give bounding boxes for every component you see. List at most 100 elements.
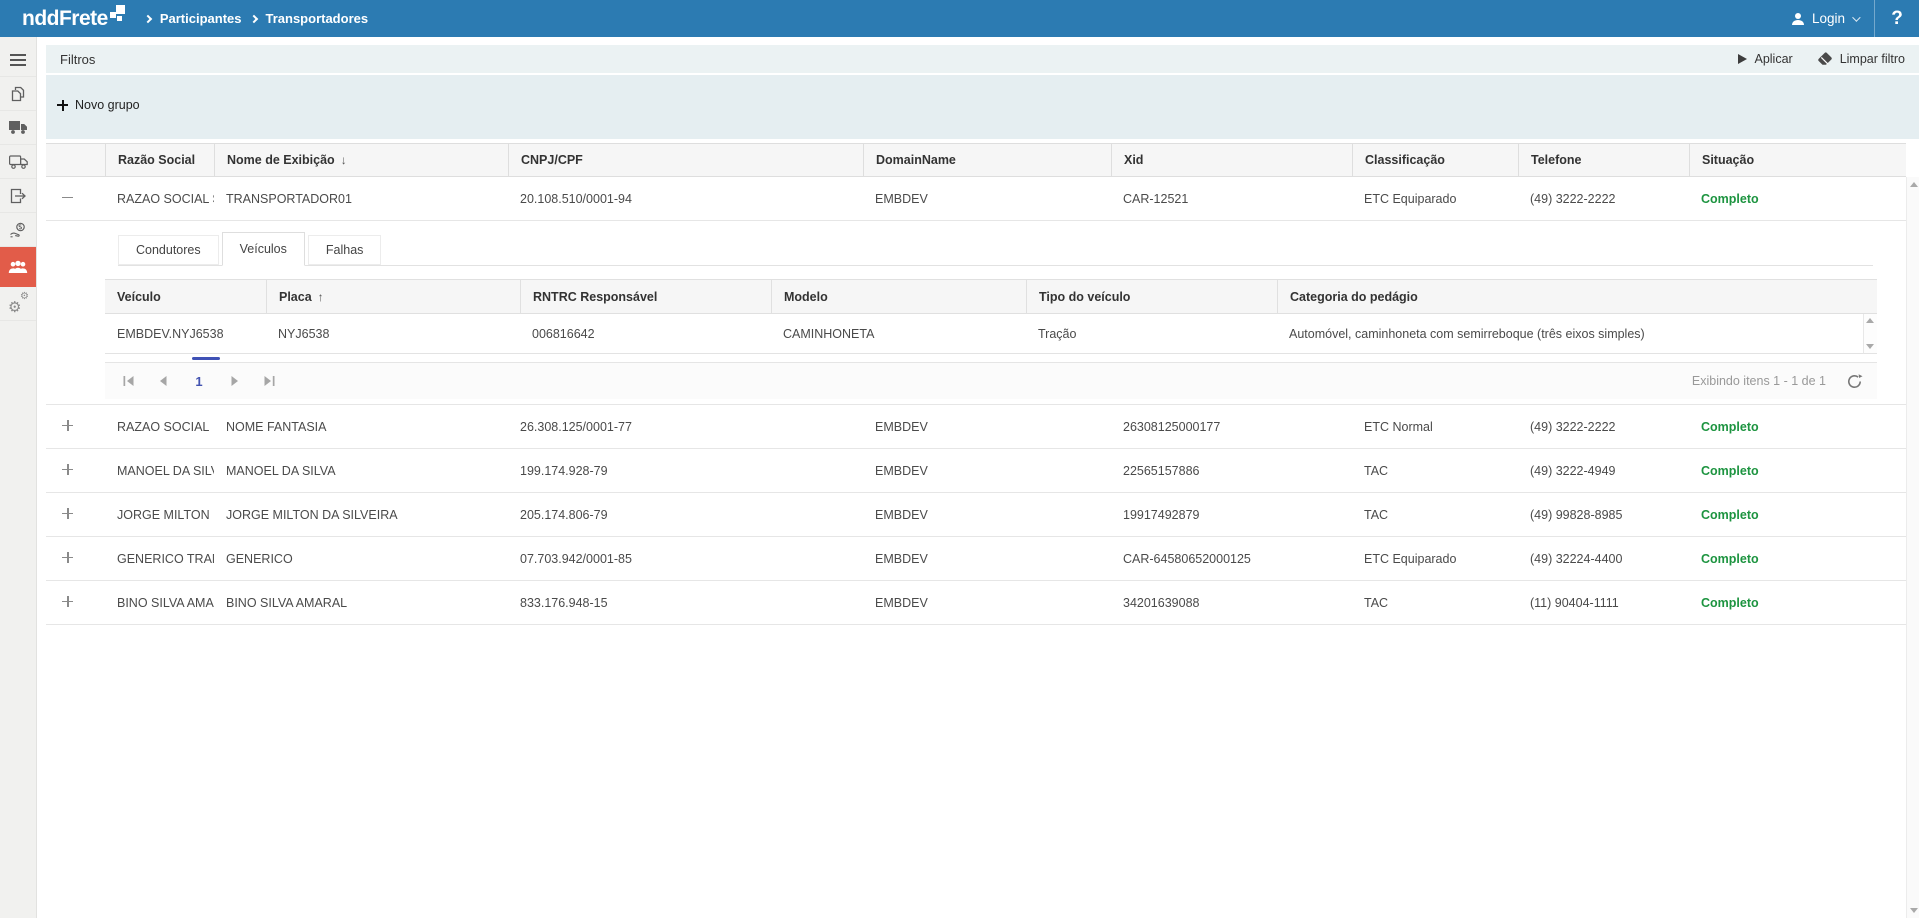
cell-domainname: EMBDEV [863, 596, 1111, 610]
previous-page-button[interactable] [153, 371, 173, 391]
scroll-down-icon[interactable] [1866, 344, 1874, 349]
subgrid-horizontal-scrollbar-thumb[interactable] [192, 357, 220, 360]
table-row[interactable]: RAZAO SOCIAL S... TRANSPORTADOR01 20.108… [46, 177, 1906, 221]
header-telefone[interactable]: Telefone [1518, 144, 1689, 176]
refresh-icon [1846, 373, 1863, 390]
subgrid-row[interactable]: EMBDEV.NYJ6538 NYJ6538 006816642 CAMINHO… [105, 314, 1863, 354]
group-icon [8, 260, 28, 275]
cell-classificacao: ETC Normal [1352, 420, 1518, 434]
breadcrumb-participantes[interactable]: Participantes [160, 11, 242, 26]
apply-filter-button[interactable]: Aplicar [1738, 52, 1792, 66]
cell-cnpj-cpf: 199.174.928-79 [508, 464, 863, 478]
sidebar-item-participants[interactable] [0, 247, 36, 287]
cell-xid: CAR-12521 [1111, 192, 1352, 206]
page-number[interactable]: 1 [187, 374, 211, 389]
header-classificacao[interactable]: Classificação [1352, 144, 1518, 176]
main-scrollbar[interactable] [1906, 177, 1919, 918]
cell-domainname: EMBDEV [863, 420, 1111, 434]
subheader-veiculo[interactable]: Veículo [105, 280, 266, 313]
breadcrumb-transportadores[interactable]: Transportadores [266, 11, 369, 26]
cell-cnpj-cpf: 07.703.942/0001-85 [508, 552, 863, 566]
truck-outline-icon [9, 155, 28, 169]
sidebar-item-documents[interactable] [0, 77, 36, 111]
cell-cnpj-cpf: 205.174.806-79 [508, 508, 863, 522]
table-row[interactable]: MANOEL DA SILVA MANOEL DA SILVA 199.174.… [46, 449, 1906, 493]
new-group-label: Novo grupo [75, 98, 140, 112]
subgrid-scrollbar[interactable] [1863, 314, 1877, 354]
next-page-button[interactable] [225, 371, 245, 391]
tab-falhas[interactable]: Falhas [308, 235, 382, 265]
last-page-button[interactable] [259, 371, 279, 391]
expand-row-icon[interactable] [62, 596, 73, 607]
sidebar-item-truck[interactable] [0, 111, 36, 145]
last-page-icon [262, 375, 276, 387]
header-cnpj-cpf[interactable]: CNPJ/CPF [508, 144, 863, 176]
export-icon [10, 188, 26, 204]
expand-row-icon[interactable] [62, 464, 73, 475]
cell-xid: CAR-64580652000125 [1111, 552, 1352, 566]
expand-row-icon[interactable] [62, 508, 73, 519]
cell-nome-exibicao: BINO SILVA AMARAL [214, 596, 508, 610]
cell-razao-social: GENERICO TRAN... [105, 552, 214, 566]
cell-domainname: EMBDEV [863, 464, 1111, 478]
plus-icon [57, 100, 68, 111]
tab-condutores[interactable]: Condutores [118, 235, 219, 265]
table-row[interactable]: JORGE MILTON ... JORGE MILTON DA SILVEIR… [46, 493, 1906, 537]
scroll-down-icon[interactable] [1910, 908, 1918, 913]
header-situacao[interactable]: Situação [1689, 144, 1906, 176]
subcell-placa: NYJ6538 [266, 327, 520, 341]
eraser-icon [1817, 52, 1833, 66]
sidebar-item-settings[interactable] [0, 287, 36, 321]
row-detail-panel: Condutores Veículos Falhas Veículo Placa… [46, 221, 1906, 405]
table-row[interactable]: BINO SILVA AMA... BINO SILVA AMARAL 833.… [46, 581, 1906, 625]
cell-classificacao: TAC [1352, 596, 1518, 610]
cell-cnpj-cpf: 833.176.948-15 [508, 596, 863, 610]
clear-filter-button[interactable]: Limpar filtro [1817, 52, 1905, 66]
status-badge: Completo [1689, 596, 1906, 610]
first-page-button[interactable] [119, 371, 139, 391]
scroll-up-icon[interactable] [1910, 182, 1918, 187]
sidebar-item-menu[interactable] [0, 43, 36, 77]
header-nome-exibicao[interactable]: Nome de Exibição [214, 144, 508, 176]
table-row[interactable]: RAZAO SOCIAL NOME FANTASIA 26.308.125/00… [46, 405, 1906, 449]
subheader-modelo[interactable]: Modelo [771, 280, 1026, 313]
scroll-up-icon[interactable] [1866, 318, 1874, 323]
chevron-down-icon [1852, 13, 1860, 21]
refresh-button[interactable] [1846, 373, 1863, 390]
tab-veiculos[interactable]: Veículos [222, 232, 305, 266]
collapse-row-icon[interactable] [62, 192, 73, 203]
expand-row-icon[interactable] [62, 552, 73, 563]
cell-classificacao: TAC [1352, 508, 1518, 522]
sidebar-item-truck-outline[interactable] [0, 145, 36, 179]
new-group-button[interactable]: Novo grupo [57, 98, 140, 112]
breadcrumb: Participantes Transportadores [145, 11, 368, 26]
header-domainname[interactable]: DomainName [863, 144, 1111, 176]
cell-xid: 22565157886 [1111, 464, 1352, 478]
header-expand [46, 144, 105, 176]
header-xid[interactable]: Xid [1111, 144, 1352, 176]
subheader-categoria-pedagio[interactable]: Categoria do pedágio [1277, 280, 1877, 313]
login-menu[interactable]: Login [1775, 0, 1874, 37]
subheader-rntrc[interactable]: RNTRC Responsável [520, 280, 771, 313]
sidebar-item-export[interactable] [0, 179, 36, 213]
first-page-icon [122, 375, 136, 387]
chevron-right-icon [144, 14, 152, 22]
cell-telefone: (11) 90404-1111 [1518, 596, 1689, 610]
help-button[interactable]: ? [1875, 0, 1919, 37]
cell-nome-exibicao: GENERICO [214, 552, 508, 566]
filter-bar: Filtros Aplicar Limpar filtro [46, 45, 1919, 73]
cell-domainname: EMBDEV [863, 508, 1111, 522]
sidebar-item-payment[interactable] [0, 213, 36, 247]
expand-row-icon[interactable] [62, 420, 73, 431]
subcell-rntrc: 006816642 [520, 327, 771, 341]
subheader-tipo-veiculo[interactable]: Tipo do veículo [1026, 280, 1277, 313]
cell-razao-social: RAZAO SOCIAL S... [105, 192, 214, 206]
grid-header: Razão Social Nome de Exibição CNPJ/CPF D… [46, 143, 1906, 177]
subheader-placa[interactable]: Placa [266, 280, 520, 313]
subgrid-header: Veículo Placa RNTRC Responsável Modelo T… [105, 279, 1877, 314]
table-row[interactable]: GENERICO TRAN... GENERICO 07.703.942/000… [46, 537, 1906, 581]
header-razao-social[interactable]: Razão Social [105, 144, 214, 176]
cell-cnpj-cpf: 26.308.125/0001-77 [508, 420, 863, 434]
subgrid-pager: 1 Exibindo itens 1 - 1 de 1 [105, 362, 1877, 399]
app-logo[interactable]: nddFrete [22, 7, 125, 31]
